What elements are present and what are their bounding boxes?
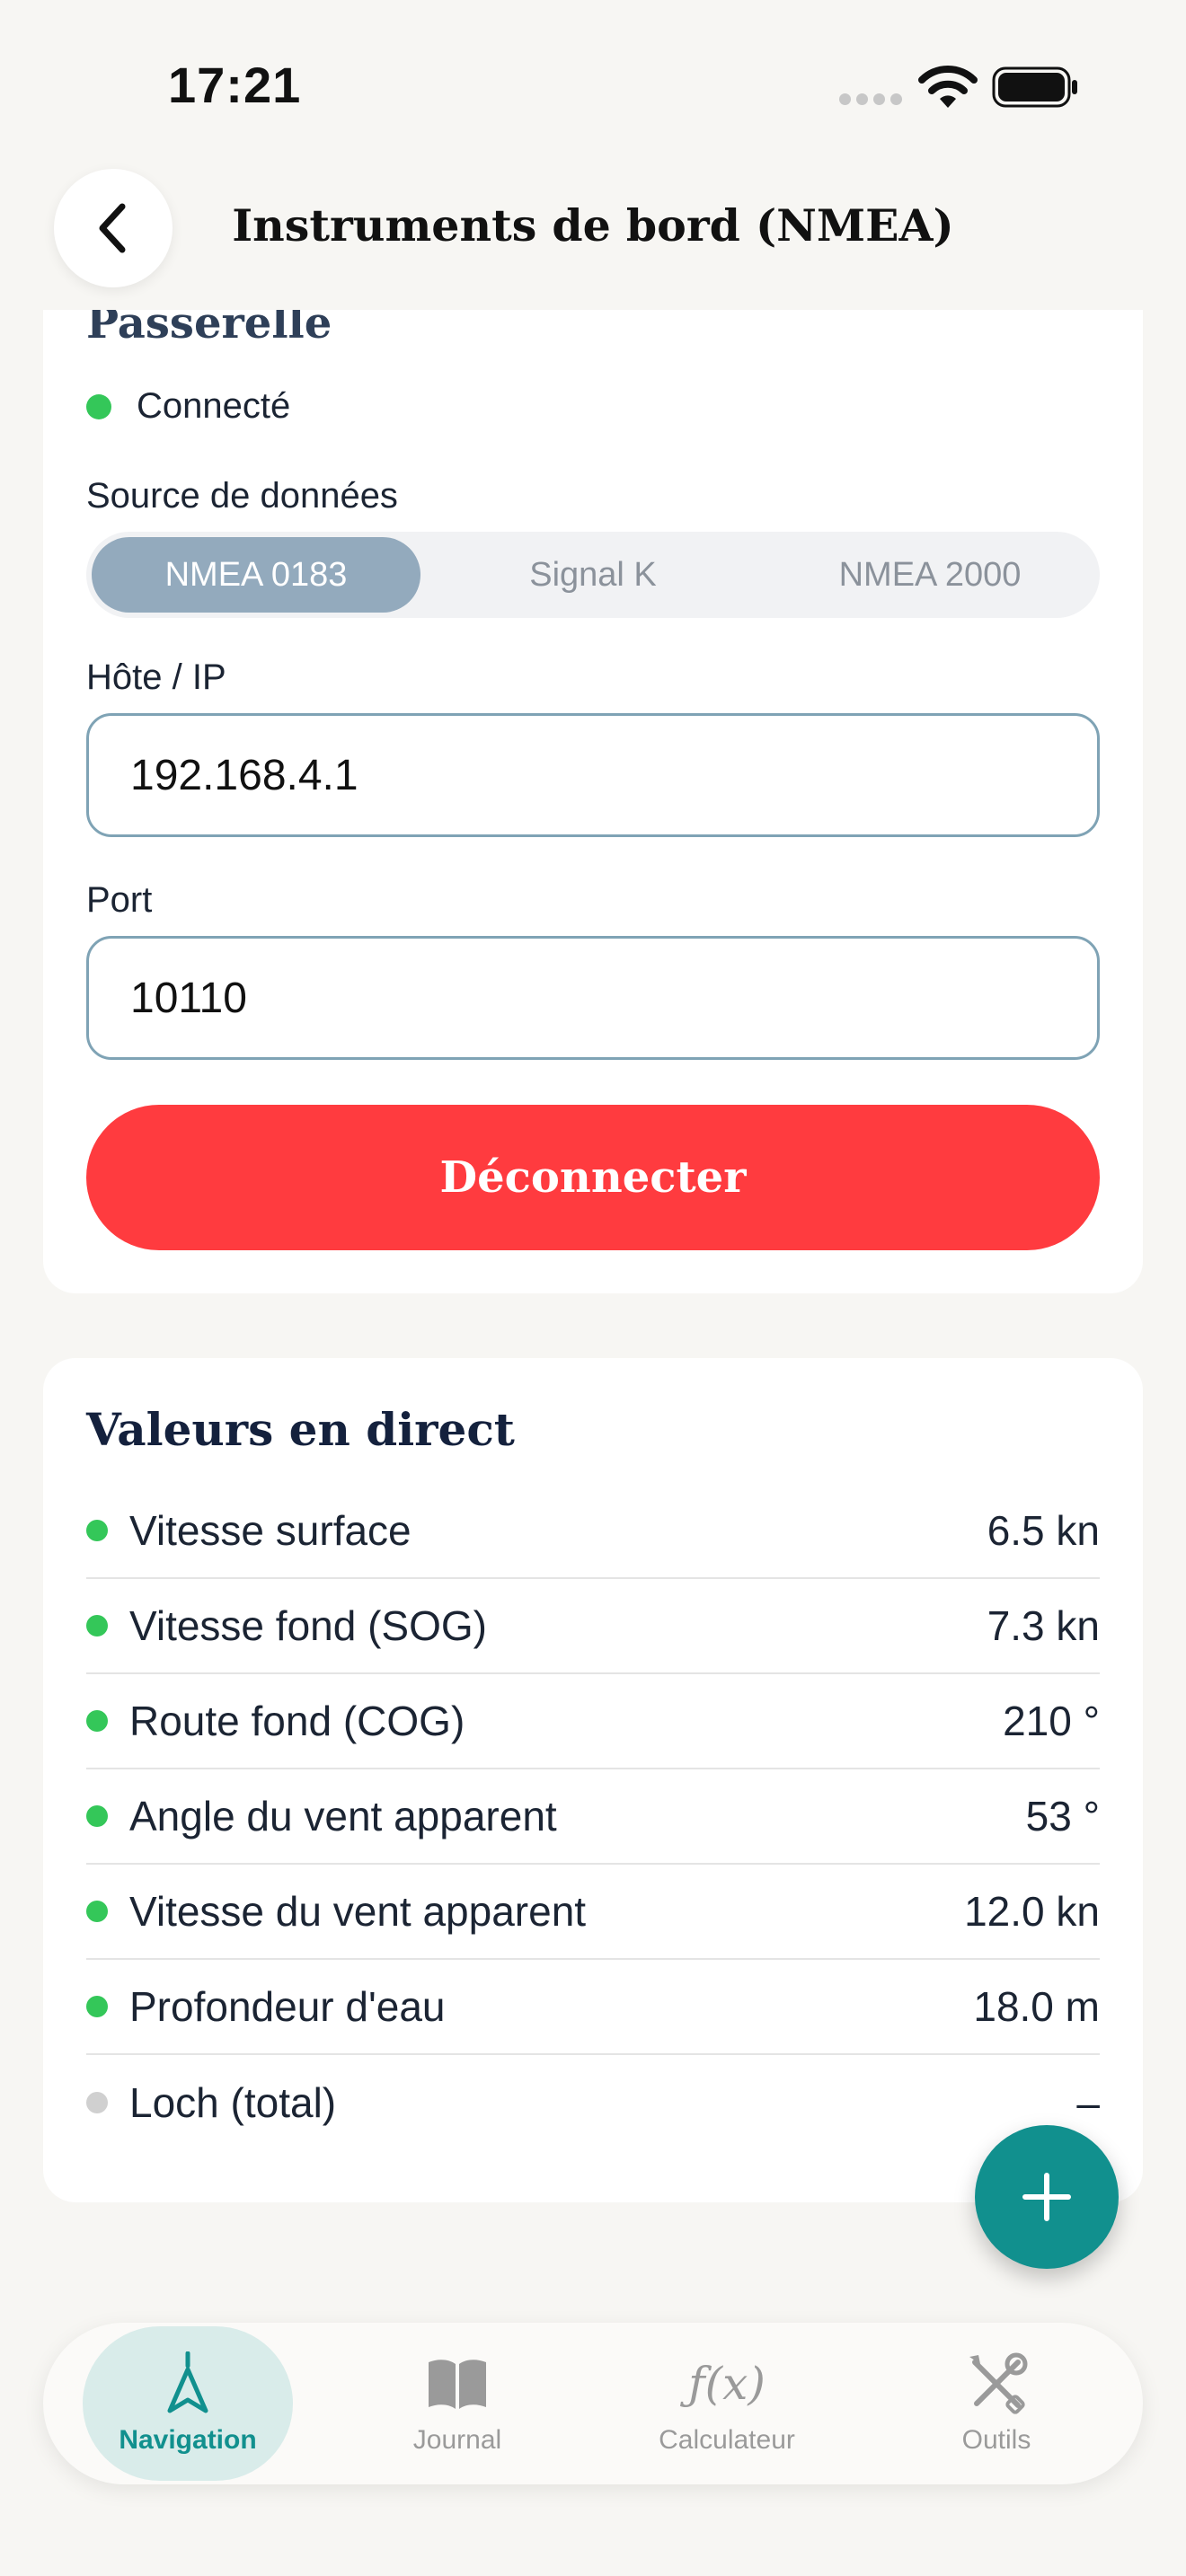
wifi-icon: [918, 66, 978, 108]
live-row-value: 6.5 kn: [987, 1507, 1100, 1554]
battery-icon: [992, 66, 1077, 108]
segment-nmea-0183[interactable]: NMEA 0183: [92, 537, 420, 613]
live-row-label: Loch (total): [129, 2079, 337, 2126]
connection-status-text: Connecté: [137, 386, 291, 426]
status-dot-icon: [86, 393, 111, 419]
status-bar: 17:21: [0, 0, 1186, 162]
tab-outils[interactable]: Outils: [891, 2326, 1102, 2481]
status-dot-icon: [86, 1520, 108, 1541]
port-label: Port: [86, 880, 153, 920]
status-dot-icon: [86, 1996, 108, 2017]
status-time: 17:21: [168, 57, 302, 113]
live-values-title: Valeurs en direct: [86, 1403, 515, 1456]
tab-label: Outils: [961, 2425, 1031, 2455]
source-label: Source de données: [86, 476, 398, 516]
plus-icon: [1022, 2173, 1071, 2221]
live-row: Route fond (COG) 210 °: [86, 1674, 1100, 1769]
status-dot-icon: [86, 2092, 108, 2113]
tab-label: Calculateur: [659, 2425, 795, 2455]
live-row: Angle du vent apparent 53 °: [86, 1769, 1100, 1865]
signal-dots-icon: [839, 93, 902, 106]
tab-journal[interactable]: Journal: [352, 2326, 562, 2481]
live-row-label: Vitesse surface: [129, 1507, 412, 1554]
host-input[interactable]: 192.168.4.1: [86, 713, 1100, 837]
live-row-value: –: [1076, 2079, 1100, 2126]
navigation-arrow-icon: [155, 2351, 220, 2416]
tab-bar: Navigation Journal ƒ(x) Calculateur Outi…: [43, 2323, 1143, 2484]
segment-nmea-2000[interactable]: NMEA 2000: [766, 537, 1094, 613]
add-button[interactable]: [975, 2125, 1119, 2269]
live-row-label: Vitesse fond (SOG): [129, 1602, 487, 1649]
segment-signal-k[interactable]: Signal K: [429, 537, 757, 613]
live-values-list: Vitesse surface 6.5 kn Vitesse fond (SOG…: [86, 1484, 1100, 2150]
connection-status: Connecté: [86, 386, 290, 427]
gateway-card: Passerelle Connecté Source de données NM…: [43, 269, 1143, 1293]
live-row-label: Profondeur d'eau: [129, 1983, 446, 2030]
function-glyph: ƒ(x): [688, 2358, 766, 2410]
live-row-value: 12.0 kn: [964, 1888, 1100, 1935]
live-row-label: Vitesse du vent apparent: [129, 1888, 587, 1935]
live-row-value: 18.0 m: [973, 1983, 1100, 2030]
function-icon: ƒ(x): [688, 2351, 766, 2416]
nav-header: Instruments de bord (NMEA): [0, 162, 1186, 310]
host-label: Hôte / IP: [86, 657, 226, 697]
tab-calculateur[interactable]: ƒ(x) Calculateur: [622, 2326, 832, 2481]
tab-navigation[interactable]: Navigation: [83, 2326, 293, 2481]
source-segmented-control: NMEA 0183 Signal K NMEA 2000: [86, 532, 1100, 618]
live-values-card: Valeurs en direct Vitesse surface 6.5 kn…: [43, 1358, 1143, 2202]
live-row: Vitesse surface 6.5 kn: [86, 1484, 1100, 1579]
book-icon: [425, 2351, 490, 2416]
port-input[interactable]: 10110: [86, 936, 1100, 1060]
live-row-label: Route fond (COG): [129, 1698, 465, 1744]
status-dot-icon: [86, 1805, 108, 1827]
disconnect-button[interactable]: Déconnecter: [86, 1105, 1100, 1250]
live-row-value: 210 °: [1003, 1698, 1100, 1744]
status-dot-icon: [86, 1901, 108, 1922]
live-row: Loch (total) –: [86, 2055, 1100, 2150]
status-dot-icon: [86, 1710, 108, 1732]
tab-label: Journal: [412, 2425, 502, 2455]
live-row: Vitesse du vent apparent 12.0 kn: [86, 1865, 1100, 1960]
live-row-value: 53 °: [1025, 1793, 1100, 1839]
live-row: Vitesse fond (SOG) 7.3 kn: [86, 1579, 1100, 1674]
live-row-label: Angle du vent apparent: [129, 1793, 557, 1839]
live-row: Profondeur d'eau 18.0 m: [86, 1960, 1100, 2055]
status-dot-icon: [86, 1615, 108, 1636]
tools-icon: [964, 2351, 1029, 2416]
tab-label: Navigation: [119, 2425, 257, 2455]
live-row-value: 7.3 kn: [987, 1602, 1100, 1649]
page-title: Instruments de bord (NMEA): [232, 199, 954, 251]
